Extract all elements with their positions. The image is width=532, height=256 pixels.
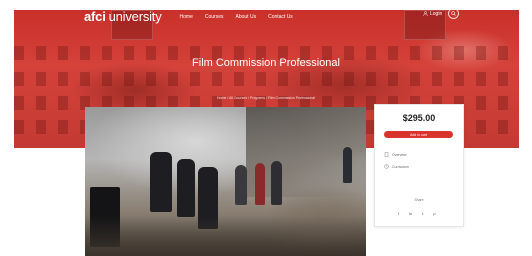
login-label: Login — [430, 10, 443, 17]
facebook-icon[interactable]: f — [398, 211, 399, 216]
photo-figure — [235, 165, 247, 205]
photo-figure — [150, 152, 172, 212]
option-curriculum[interactable]: Curriculum — [384, 164, 409, 169]
option-overview[interactable]: Overview — [384, 152, 407, 157]
search-icon — [451, 11, 456, 16]
document-icon — [384, 152, 389, 157]
nav-home[interactable]: Home — [180, 14, 193, 20]
login-link[interactable]: Login — [423, 11, 442, 17]
top-nav: afci university Home Courses About Us Con… — [84, 9, 293, 24]
course-purchase-card: $295.00 Add to cart Overview Curriculum … — [374, 104, 464, 227]
clock-icon — [384, 164, 389, 169]
photo-debris — [85, 216, 366, 256]
twitter-icon[interactable]: t — [422, 211, 423, 216]
logo-light: university — [108, 9, 162, 24]
option-label: Curriculum — [392, 164, 409, 169]
main-menu: Home Courses About Us Contact Us — [180, 14, 293, 20]
user-icon — [423, 11, 428, 16]
pinterest-icon[interactable]: p — [433, 211, 435, 216]
nav-contact[interactable]: Contact Us — [268, 14, 293, 20]
linkedin-icon[interactable]: in — [409, 211, 412, 216]
nav-courses[interactable]: Courses — [205, 14, 224, 20]
photo-figure — [255, 163, 265, 205]
hero-audience-row — [14, 72, 519, 86]
course-image — [85, 107, 366, 256]
site-logo[interactable]: afci university — [84, 9, 162, 24]
course-price: $295.00 — [402, 113, 436, 123]
add-to-cart-button[interactable]: Add to cart — [384, 131, 453, 138]
photo-figure — [343, 147, 352, 183]
search-button[interactable] — [448, 8, 460, 19]
header-actions: Login — [423, 8, 460, 19]
share-links: f in t p — [398, 211, 436, 216]
option-label: Overview — [392, 152, 407, 157]
nav-about[interactable]: About Us — [236, 14, 257, 20]
photo-figure — [271, 161, 282, 205]
logo-bold: afci — [84, 9, 106, 24]
photo-figure — [177, 159, 195, 217]
page-title: Film Commission Professional — [192, 57, 340, 69]
share-label: Share — [414, 198, 424, 202]
breadcrumb: Home / All Courses / Programs / Film Com… — [216, 96, 316, 100]
